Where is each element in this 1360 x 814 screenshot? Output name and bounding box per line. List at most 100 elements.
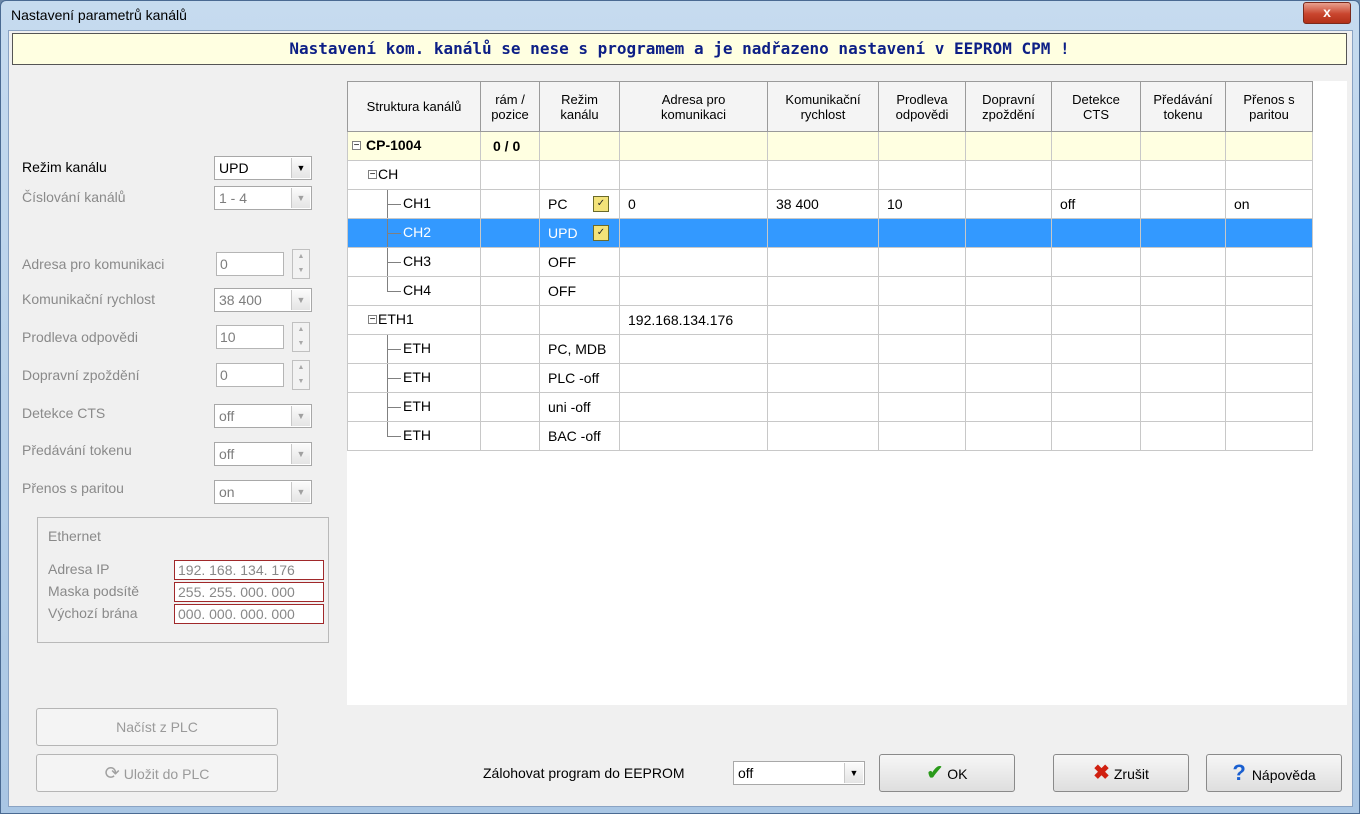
- table-row[interactable]: ETH PLC -off: [347, 363, 1313, 393]
- cell-token[interactable]: [1140, 363, 1226, 393]
- cell-cts[interactable]: off: [1051, 189, 1141, 219]
- cell-parita[interactable]: [1225, 276, 1313, 306]
- cell-prodleva[interactable]: [878, 160, 966, 190]
- tree-cell[interactable]: − CP-1004: [347, 131, 481, 161]
- table-row[interactable]: CH3 OFF: [347, 247, 1313, 277]
- cell-ram[interactable]: [480, 218, 540, 248]
- tree-cell[interactable]: ETH: [347, 334, 481, 364]
- cell-prodleva[interactable]: [878, 276, 966, 306]
- cell-rezim[interactable]: [539, 305, 620, 335]
- cell-cts[interactable]: [1051, 131, 1141, 161]
- ulozit-do-plc-button[interactable]: ⟳ Uložit do PLC: [36, 754, 278, 792]
- cell-adresa[interactable]: [619, 421, 768, 451]
- cell-rychlost[interactable]: 38 400: [767, 189, 879, 219]
- ok-button[interactable]: ✔ OK: [879, 754, 1015, 792]
- cell-rezim[interactable]: OFF: [539, 247, 620, 277]
- cell-token[interactable]: [1140, 160, 1226, 190]
- cell-zpozdeni[interactable]: [965, 247, 1052, 277]
- table-row[interactable]: − ETH1 192.168.134.176: [347, 305, 1313, 335]
- cts-select[interactable]: off ▼: [214, 404, 312, 428]
- cell-rezim[interactable]: OFF: [539, 276, 620, 306]
- cell-parita[interactable]: [1225, 305, 1313, 335]
- cell-token[interactable]: [1140, 334, 1226, 364]
- cell-zpozdeni[interactable]: [965, 305, 1052, 335]
- tree-cell[interactable]: CH2: [347, 218, 481, 248]
- cell-ram[interactable]: [480, 392, 540, 422]
- cell-token[interactable]: [1140, 392, 1226, 422]
- table-row[interactable]: CH2 UPD ✓: [347, 218, 1313, 248]
- tree-cell[interactable]: − CH: [347, 160, 481, 190]
- expand-icon[interactable]: −: [352, 141, 361, 151]
- table-row[interactable]: − CH: [347, 160, 1313, 190]
- cell-ram[interactable]: [480, 334, 540, 364]
- cell-rezim[interactable]: UPD ✓: [539, 218, 620, 248]
- zpozdeni-stepper[interactable]: 0 ▲ ▼: [216, 360, 310, 390]
- cell-rychlost[interactable]: [767, 305, 879, 335]
- adresa-stepper[interactable]: 0 ▲ ▼: [216, 249, 310, 279]
- tree-cell[interactable]: CH4: [347, 276, 481, 306]
- zrusit-button[interactable]: ✖ Zrušit: [1053, 754, 1189, 792]
- table-row[interactable]: ETH BAC -off: [347, 421, 1313, 451]
- cell-rychlost[interactable]: [767, 247, 879, 277]
- tree-cell[interactable]: CH1: [347, 189, 481, 219]
- cell-prodleva[interactable]: [878, 334, 966, 364]
- cell-parita[interactable]: [1225, 334, 1313, 364]
- cell-rezim[interactable]: PLC -off: [539, 363, 620, 393]
- rezim-kanalu-select[interactable]: UPD ▼: [214, 156, 312, 180]
- spin-up-icon[interactable]: ▲: [293, 361, 309, 375]
- tree-cell[interactable]: CH3: [347, 247, 481, 277]
- cell-rezim[interactable]: uni -off: [539, 392, 620, 422]
- cell-zpozdeni[interactable]: [965, 218, 1052, 248]
- tree-cell[interactable]: ETH: [347, 421, 481, 451]
- cislovani-select[interactable]: 1 - 4 ▼: [214, 186, 312, 210]
- cell-prodleva[interactable]: [878, 363, 966, 393]
- cell-cts[interactable]: [1051, 218, 1141, 248]
- cell-cts[interactable]: [1051, 421, 1141, 451]
- cell-parita[interactable]: on: [1225, 189, 1313, 219]
- checkbox-icon[interactable]: ✓: [593, 225, 609, 241]
- cell-zpozdeni[interactable]: [965, 189, 1052, 219]
- gateway-field[interactable]: 000. 000. 000. 000: [174, 604, 324, 624]
- cell-prodleva[interactable]: [878, 218, 966, 248]
- token-select[interactable]: off ▼: [214, 442, 312, 466]
- cell-rychlost[interactable]: [767, 363, 879, 393]
- cell-adresa[interactable]: [619, 363, 768, 393]
- close-button[interactable]: x: [1303, 2, 1351, 24]
- cell-zpozdeni[interactable]: [965, 421, 1052, 451]
- rychlost-select[interactable]: 38 400 ▼: [214, 288, 312, 312]
- cell-zpozdeni[interactable]: [965, 160, 1052, 190]
- chevron-down-icon[interactable]: ▼: [291, 158, 310, 178]
- cell-prodleva[interactable]: [878, 305, 966, 335]
- cell-zpozdeni[interactable]: [965, 276, 1052, 306]
- col-adresa[interactable]: Adresa pro komunikaci: [619, 81, 768, 132]
- nacist-z-plc-button[interactable]: Načíst z PLC: [36, 708, 278, 746]
- cell-token[interactable]: [1140, 189, 1226, 219]
- eeprom-select[interactable]: off ▼: [733, 761, 865, 785]
- cell-ram[interactable]: [480, 189, 540, 219]
- chevron-down-icon[interactable]: ▼: [291, 290, 310, 310]
- cell-rychlost[interactable]: [767, 421, 879, 451]
- checkbox-icon[interactable]: ✓: [593, 196, 609, 212]
- cell-prodleva[interactable]: [878, 131, 966, 161]
- table-row[interactable]: ETH PC, MDB: [347, 334, 1313, 364]
- expand-icon[interactable]: −: [368, 315, 377, 325]
- cell-cts[interactable]: [1051, 363, 1141, 393]
- spin-down-icon[interactable]: ▼: [293, 337, 309, 351]
- cell-parita[interactable]: [1225, 218, 1313, 248]
- chevron-down-icon[interactable]: ▼: [844, 763, 863, 783]
- cell-adresa[interactable]: 0: [619, 189, 768, 219]
- cell-ram[interactable]: 0 / 0: [480, 131, 540, 161]
- cell-parita[interactable]: [1225, 160, 1313, 190]
- cell-adresa[interactable]: 192.168.134.176: [619, 305, 768, 335]
- col-rychlost[interactable]: Komunikační rychlost: [767, 81, 879, 132]
- cell-rychlost[interactable]: [767, 276, 879, 306]
- col-prodleva[interactable]: Prodleva odpovědi: [878, 81, 966, 132]
- cell-adresa[interactable]: [619, 218, 768, 248]
- cell-adresa[interactable]: [619, 334, 768, 364]
- cell-cts[interactable]: [1051, 334, 1141, 364]
- cell-token[interactable]: [1140, 247, 1226, 277]
- napoveda-button[interactable]: ? Nápověda: [1206, 754, 1342, 792]
- cell-zpozdeni[interactable]: [965, 363, 1052, 393]
- col-zpozdeni[interactable]: Dopravní zpoždění: [965, 81, 1052, 132]
- cell-rychlost[interactable]: [767, 160, 879, 190]
